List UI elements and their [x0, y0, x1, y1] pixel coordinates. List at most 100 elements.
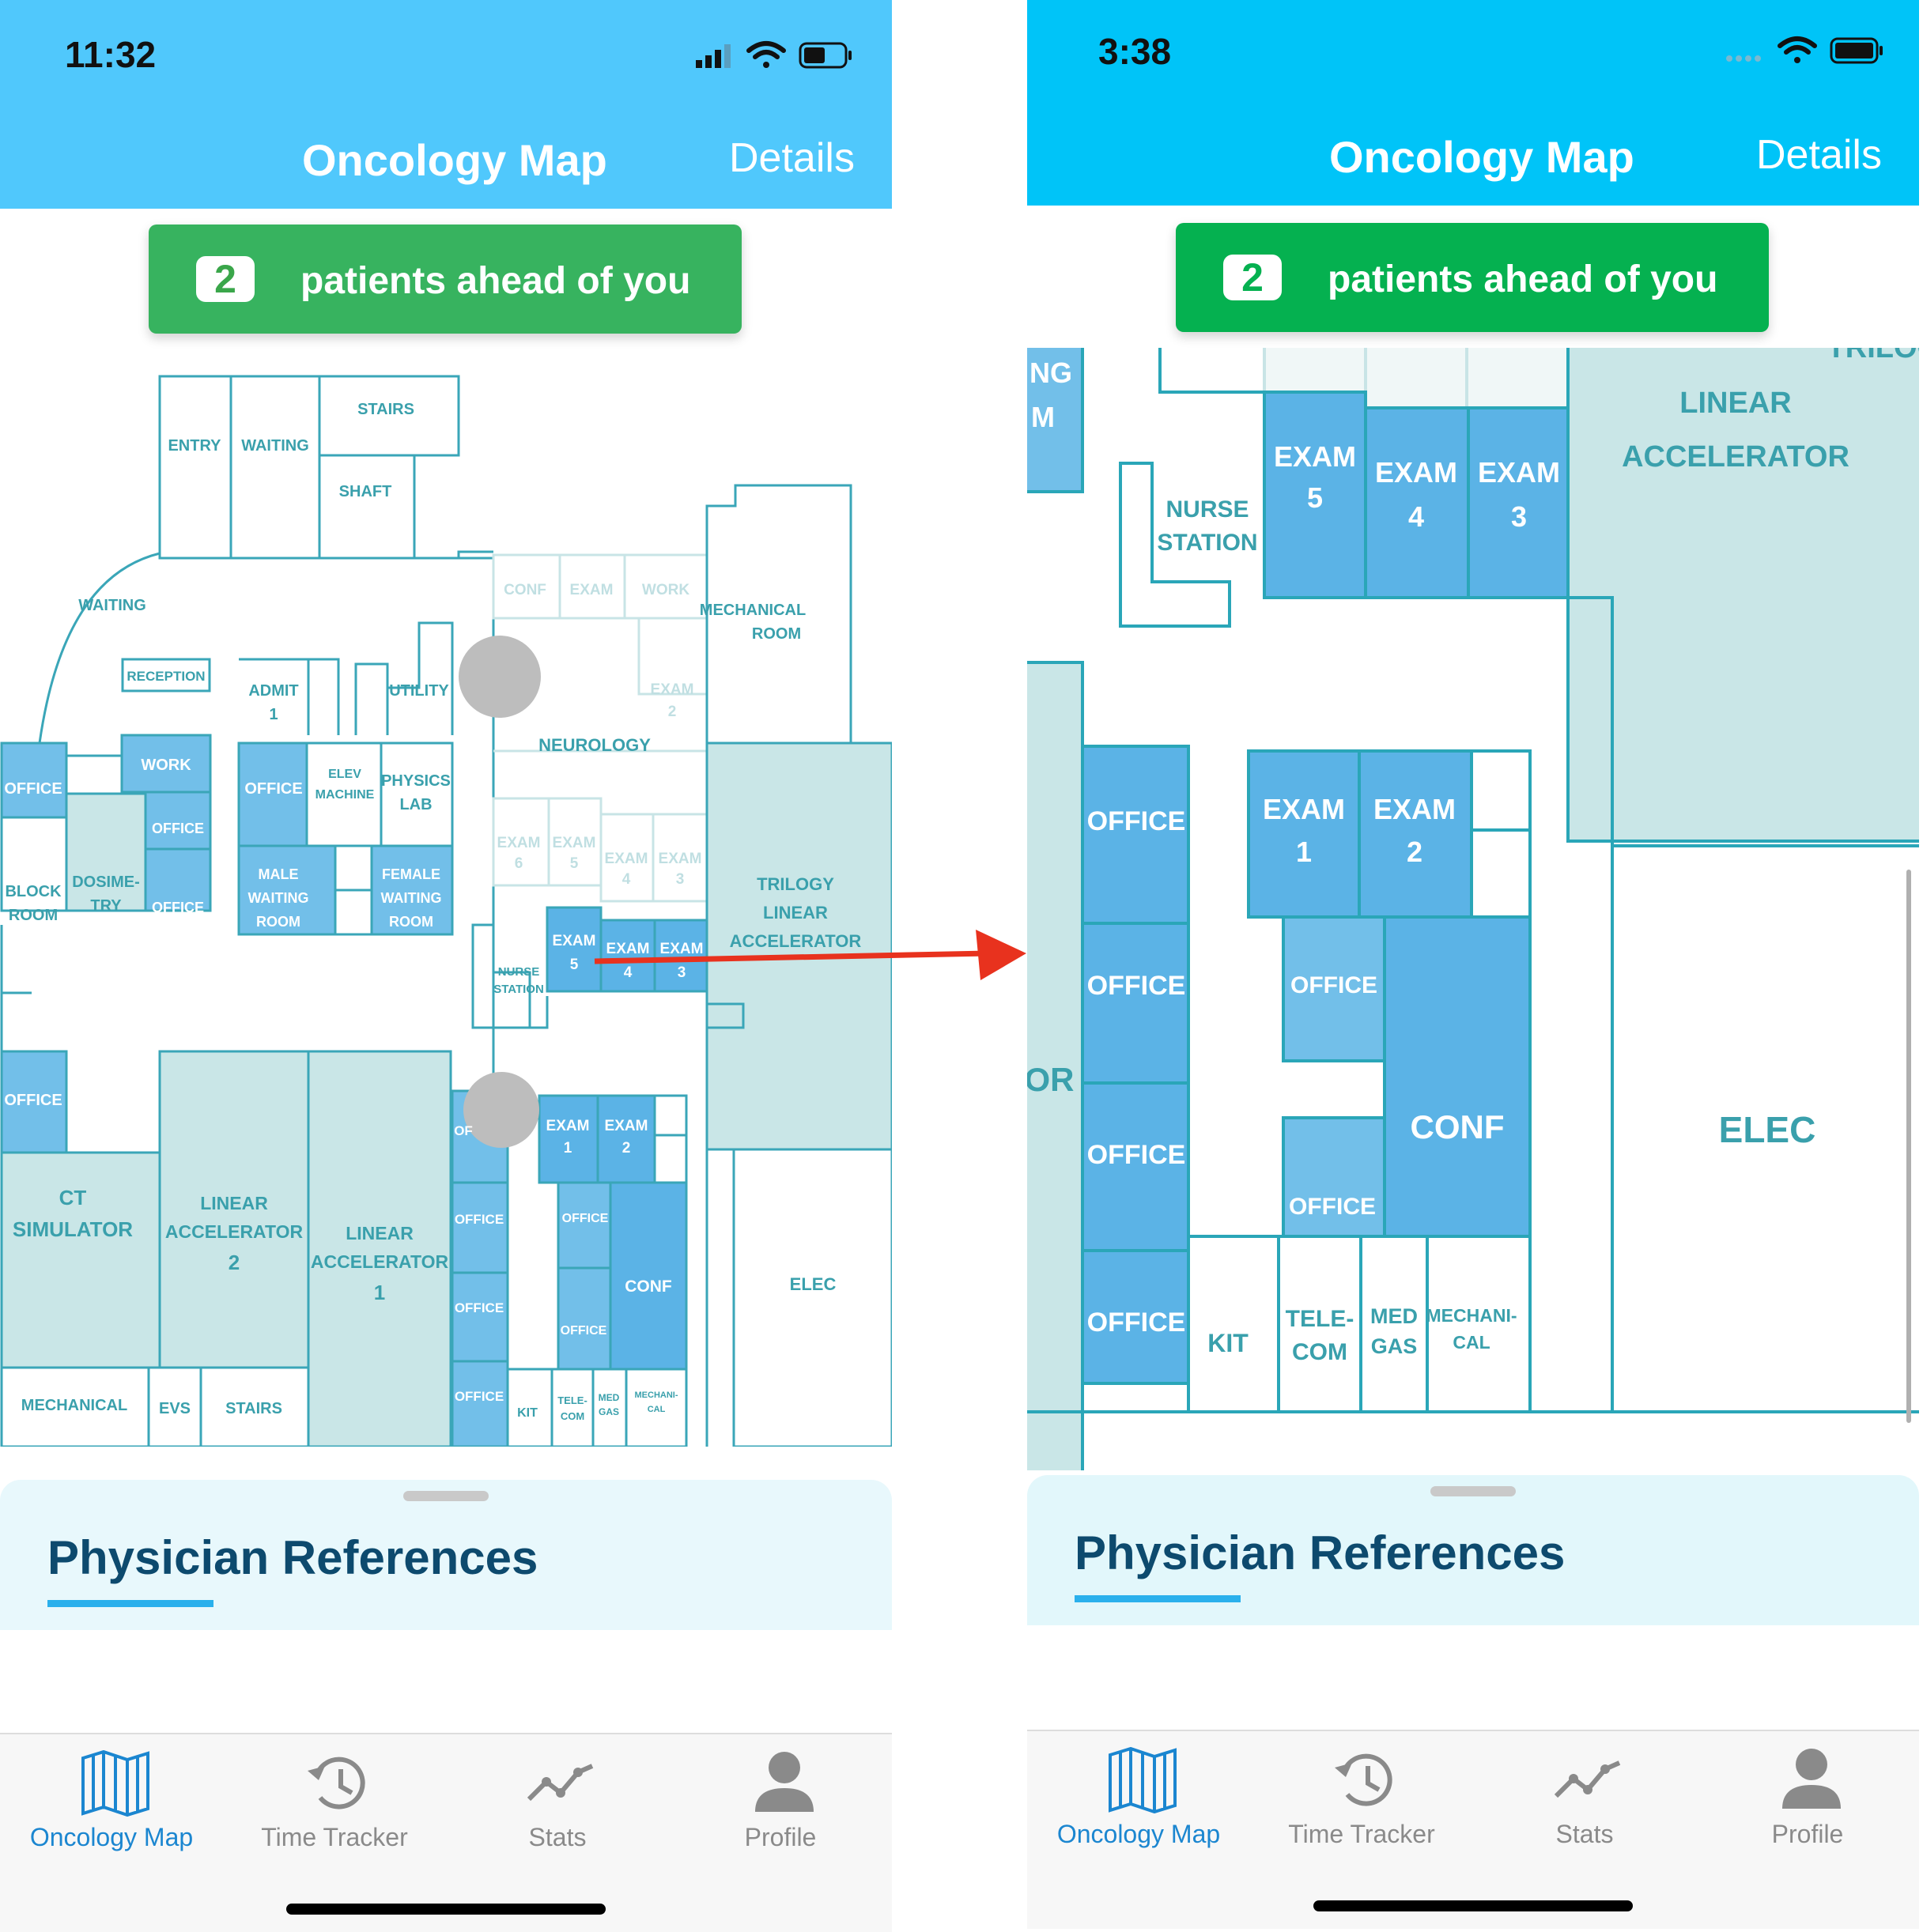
physician-references-sheet[interactable]: Physician References [1027, 1475, 1919, 1625]
svg-text:EXAM: EXAM [1375, 456, 1457, 489]
history-icon [1335, 1753, 1392, 1806]
svg-text:ACCELERATOR: ACCELERATOR [730, 931, 862, 951]
svg-text:OFFICE: OFFICE [455, 1389, 504, 1404]
svg-text:WAITING: WAITING [78, 597, 146, 614]
svg-text:MED: MED [599, 1392, 620, 1403]
svg-text:STATION: STATION [1157, 530, 1257, 556]
battery-icon [799, 42, 852, 69]
svg-text:BLOCK: BLOCK [5, 883, 62, 900]
svg-text:COM: COM [561, 1410, 584, 1422]
tab-oncology-map[interactable]: Oncology Map [0, 1734, 223, 1861]
no-signal-icon [1726, 55, 1761, 62]
queue-count: 2 [196, 256, 255, 302]
queue-banner-right: 2 patients ahead of you [1176, 223, 1769, 332]
status-time: 3:38 [1098, 31, 1172, 72]
svg-text:OFFICE: OFFICE [455, 1300, 504, 1315]
tab-label: Oncology Map [29, 1823, 194, 1851]
svg-text:OFFICE: OFFICE [1087, 1140, 1186, 1170]
svg-text:EXAM: EXAM [570, 582, 614, 598]
svg-text:STAIRS: STAIRS [225, 1400, 282, 1417]
floor-map-zoomed[interactable]: TRILOGY LINEAR ACCELERATOR NURSE STATION… [1027, 348, 1919, 1470]
svg-text:ACCELERATOR: ACCELERATOR [1622, 440, 1849, 474]
svg-text:3: 3 [678, 964, 686, 981]
sheet-grabber[interactable] [403, 1491, 489, 1501]
tab-stats[interactable]: Stats [1473, 1731, 1696, 1858]
svg-text:OFFICE: OFFICE [4, 780, 62, 798]
svg-text:ADMIT: ADMIT [248, 682, 298, 700]
tab-time-tracker[interactable]: Time Tracker [223, 1734, 446, 1861]
tab-bar: Oncology Map Time Tracker Stats Profile [1027, 1730, 1919, 1929]
svg-text:ACCELERATOR: ACCELERATOR [311, 1251, 449, 1272]
svg-text:KIT: KIT [517, 1406, 538, 1420]
battery-icon [1830, 37, 1883, 64]
svg-text:UTILITY: UTILITY [389, 682, 449, 700]
svg-text:LINEAR: LINEAR [346, 1223, 414, 1243]
tab-profile[interactable]: Profile [1696, 1731, 1919, 1858]
tab-label: Oncology Map [1056, 1820, 1221, 1848]
svg-text:TRY: TRY [90, 897, 122, 915]
sheet-title: Physician References [47, 1531, 538, 1584]
sheet-title: Physician References [1075, 1526, 1566, 1579]
svg-text:EXAM: EXAM [605, 851, 648, 867]
stats-icon [527, 1764, 594, 1802]
scroll-indicator [1906, 870, 1911, 1423]
floor-map[interactable]: STAIRS ENTRY WAITING SHAFT WAITING RECEP… [0, 372, 892, 1447]
wifi-icon [1778, 36, 1817, 63]
tab-stats[interactable]: Stats [446, 1734, 669, 1861]
svg-text:2: 2 [668, 704, 677, 720]
svg-text:OFFICE: OFFICE [455, 1212, 504, 1227]
svg-text:2: 2 [1407, 836, 1422, 868]
svg-text:NURSE: NURSE [1166, 496, 1249, 523]
svg-text:OF: OF [454, 1123, 473, 1138]
tab-time-tracker[interactable]: Time Tracker [1250, 1731, 1473, 1858]
svg-text:CONF: CONF [504, 582, 546, 598]
svg-text:2: 2 [229, 1251, 240, 1274]
svg-text:STATION: STATION [493, 983, 544, 996]
svg-text:SHAFT: SHAFT [339, 483, 392, 500]
svg-text:TRILOGY: TRILOGY [757, 874, 834, 894]
svg-text:TELE-: TELE- [1286, 1306, 1354, 1332]
svg-text:EXAM: EXAM [1263, 793, 1345, 825]
svg-text:1: 1 [374, 1281, 385, 1304]
svg-text:ACCELERATOR: ACCELERATOR [165, 1221, 304, 1242]
svg-text:LINEAR: LINEAR [200, 1193, 268, 1213]
map-icon [81, 1750, 149, 1817]
svg-text:5: 5 [570, 855, 579, 872]
waiting-room-top [229, 375, 321, 560]
status-icons [1726, 36, 1883, 64]
svg-text:WAITING: WAITING [241, 437, 309, 455]
details-button[interactable]: Details [1756, 131, 1882, 179]
status-icons [696, 41, 852, 69]
svg-text:NEUROLOGY: NEUROLOGY [538, 735, 651, 755]
svg-text:PHYSICS: PHYSICS [381, 772, 451, 790]
svg-text:1: 1 [269, 706, 278, 723]
svg-text:MECHANICAL: MECHANICAL [700, 602, 806, 619]
tab-profile[interactable]: Profile [669, 1734, 892, 1861]
tab-label: Stats [1555, 1820, 1614, 1848]
svg-text:CT: CT [59, 1186, 87, 1209]
svg-text:EXAM: EXAM [660, 941, 704, 957]
svg-text:TRILOGY: TRILOGY [1827, 348, 1919, 364]
nav-header: 3:38 Oncology Map Details [1027, 0, 1919, 206]
svg-text:OFFICE: OFFICE [1087, 971, 1186, 1001]
entry-room [158, 375, 232, 560]
svg-text:CAL: CAL [648, 1405, 666, 1414]
sheet-grabber[interactable] [1430, 1486, 1516, 1496]
tab-bar: Oncology Map Time Tracker Stats Profile [0, 1733, 892, 1932]
svg-text:OFFICE: OFFICE [1289, 1194, 1376, 1220]
svg-text:M: M [1031, 401, 1055, 433]
svg-text:OFFICE: OFFICE [1290, 972, 1377, 998]
svg-text:FEMALE: FEMALE [382, 866, 440, 882]
physician-references-sheet[interactable]: Physician References [0, 1480, 892, 1630]
details-button[interactable]: Details [729, 134, 855, 182]
svg-text:1: 1 [1296, 836, 1312, 868]
svg-text:OFFICE: OFFICE [562, 1212, 609, 1225]
tab-oncology-map[interactable]: Oncology Map [1027, 1731, 1250, 1858]
svg-text:4: 4 [1408, 500, 1424, 533]
svg-text:EVS: EVS [159, 1400, 191, 1417]
nav-title: Oncology Map [302, 135, 607, 185]
location-marker-top [459, 636, 541, 718]
home-indicator [286, 1904, 606, 1915]
map-icon [1109, 1747, 1177, 1813]
svg-text:OFFICE: OFFICE [4, 1092, 62, 1109]
